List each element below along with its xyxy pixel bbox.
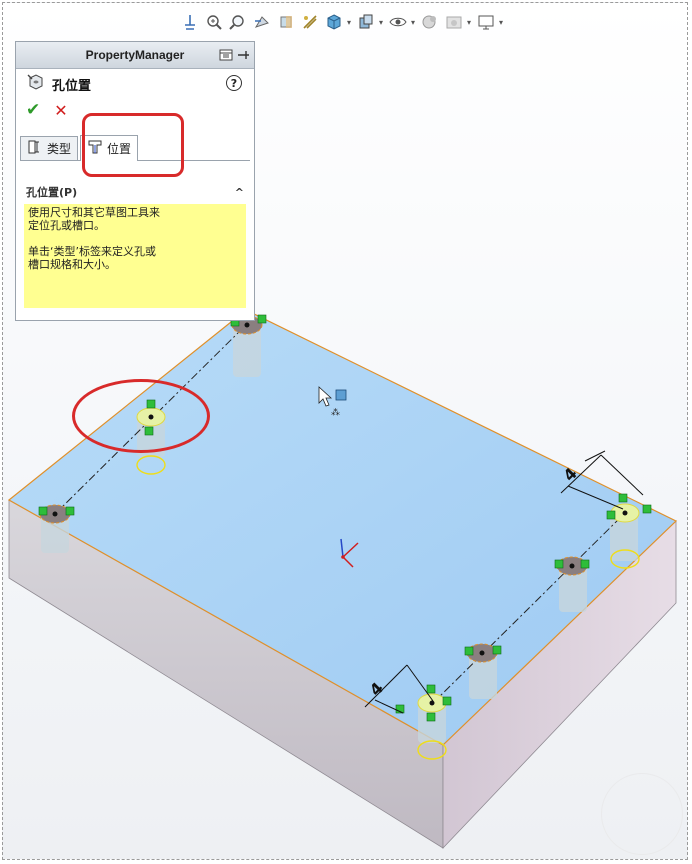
svg-text:⁂: ⁂ — [331, 407, 340, 418]
edit-appearance-icon[interactable] — [419, 11, 441, 33]
tab-type-label: 类型 — [47, 142, 72, 156]
hide-show-icon[interactable] — [387, 11, 409, 33]
property-manager-header: PropertyManager — [16, 42, 254, 69]
ok-button[interactable]: ✔ — [26, 100, 40, 120]
zoom-area-icon[interactable] — [227, 11, 249, 33]
zoom-to-fit-icon[interactable] — [203, 11, 225, 33]
highlight-ellipse-hole — [72, 379, 210, 453]
group-header[interactable]: 孔位置(P) ^ — [22, 182, 248, 202]
dynamic-annotation-icon[interactable] — [299, 11, 321, 33]
apply-scene-icon[interactable] — [443, 11, 465, 33]
view-normal-icon[interactable] — [179, 11, 201, 33]
tab-type[interactable]: 类型 — [20, 136, 79, 160]
display-style-dropdown-icon[interactable]: ▾ — [379, 18, 385, 27]
property-manager-title: PropertyManager — [85, 48, 185, 62]
detach-panel-icon[interactable] — [219, 47, 233, 66]
note-text: 定位孔或槽口。 — [28, 219, 105, 232]
feature-header: 孔位置 ? — [16, 69, 254, 99]
highlight-box-position-tab — [82, 113, 184, 177]
section-view-icon[interactable] — [275, 11, 297, 33]
note-text: 槽口规格和大小。 — [28, 258, 116, 271]
display-style-icon[interactable] — [355, 11, 377, 33]
view-orientation-dropdown-icon[interactable]: ▾ — [347, 18, 353, 27]
cancel-button[interactable]: ✕ — [54, 101, 67, 120]
view-orientation-icon[interactable] — [323, 11, 345, 33]
help-icon[interactable]: ? — [226, 75, 242, 91]
note-text: 使用尺寸和其它草图工具来 — [28, 206, 160, 219]
group-title: 孔位置(P) — [26, 186, 78, 199]
heads-up-view-toolbar: ▾ ▾ ▾ ▾ ▾ — [179, 9, 505, 35]
hole-position-group: 孔位置(P) ^ 使用尺寸和其它草图工具来 定位孔或槽口。 单击‘类型’标签来定义… — [22, 182, 248, 308]
note-text: 单击‘类型’标签来定义孔或 — [28, 245, 156, 258]
view-settings-icon[interactable] — [475, 11, 497, 33]
graphics-area[interactable]: 4 4 ⁂ ▾ ▾ ▾ ▾ ▾ PropertyManager 孔位置 ? ✔ … — [2, 2, 688, 860]
property-manager-panel: PropertyManager 孔位置 ? ✔ ✕ 类型 位置 孔位置(P) ^… — [15, 41, 255, 321]
hide-show-dropdown-icon[interactable]: ▾ — [411, 18, 417, 27]
collapse-chevron-icon[interactable]: ^ — [235, 186, 244, 199]
watermark-logo — [601, 773, 683, 855]
apply-scene-dropdown-icon[interactable]: ▾ — [467, 18, 473, 27]
instruction-note: 使用尺寸和其它草图工具来 定位孔或槽口。 单击‘类型’标签来定义孔或 槽口规格和大小… — [24, 204, 246, 308]
view-settings-dropdown-icon[interactable]: ▾ — [499, 18, 505, 27]
hole-position-feature-icon — [26, 73, 44, 95]
hole-type-icon — [27, 139, 43, 158]
pin-icon[interactable] — [236, 47, 250, 66]
feature-title: 孔位置 — [52, 78, 92, 94]
previous-view-icon[interactable] — [251, 11, 273, 33]
